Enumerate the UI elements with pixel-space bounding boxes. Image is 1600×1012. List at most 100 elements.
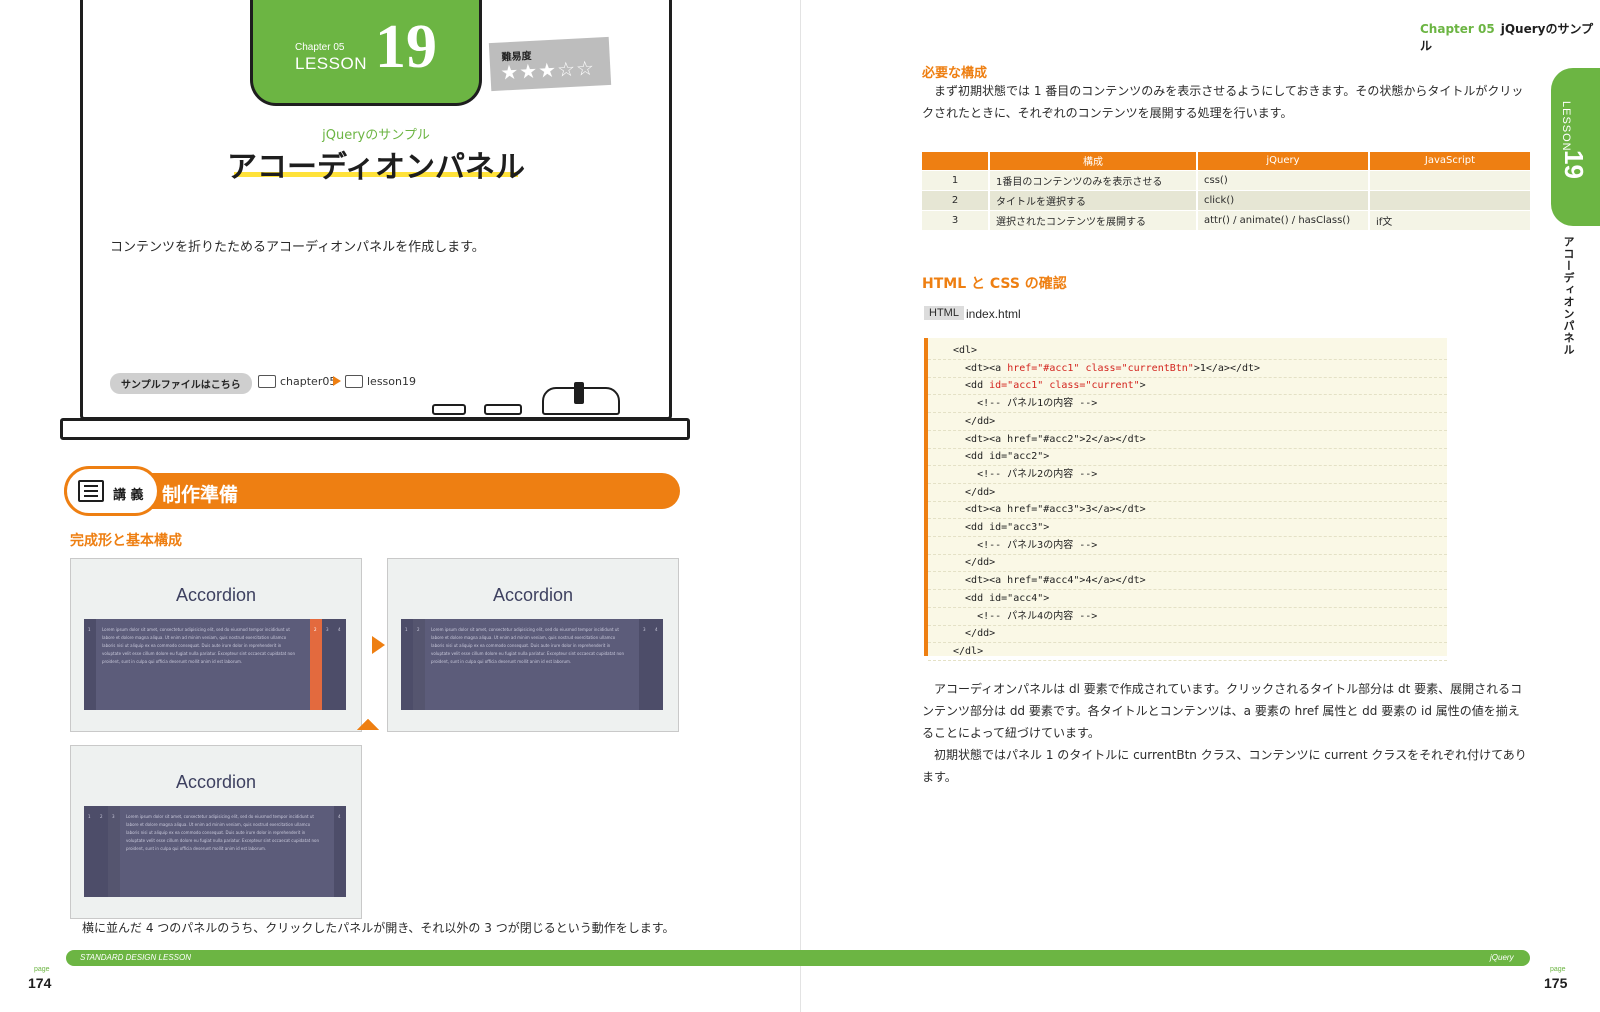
code-text: <!-- パネル4の内容 --> xyxy=(953,610,1098,622)
side-tab-title: アコーディオンパネル xyxy=(1562,236,1575,356)
table-cell: 1 xyxy=(922,169,989,190)
code-line: <dt><a href="#acc3">3</a></dt> xyxy=(953,501,1443,519)
code-line: <dl> xyxy=(953,342,1443,360)
table-row: 2 タイトルを選択する click() xyxy=(922,189,1530,210)
intro-text: コンテンツを折りたためるアコーディオンパネルを作成します。 xyxy=(110,240,485,255)
code-line: <!-- パネル1の内容 --> xyxy=(953,395,1443,413)
folder-name-1[interactable]: chapter05 xyxy=(280,375,336,388)
table-cell: 選択されたコンテンツを展開する xyxy=(988,209,1197,230)
panel-number: 3 xyxy=(326,627,329,632)
table-header: 構成 xyxy=(988,152,1197,170)
table-cell: css() xyxy=(1196,169,1369,190)
code-line: <dd id="acc2"> xyxy=(953,448,1443,466)
code-line: </dd> xyxy=(953,625,1443,643)
section-badge-label: 講 義 xyxy=(113,488,144,503)
side-tab xyxy=(1551,68,1600,226)
table-cell xyxy=(1368,189,1530,210)
code-language-tag: HTML xyxy=(924,306,964,320)
panel-number: 4 xyxy=(338,627,341,632)
accordion-heading: Accordion xyxy=(492,585,574,605)
code-line: </dd> xyxy=(953,554,1443,572)
table-header-row: 構成 jQuery JavaScript xyxy=(922,152,1530,170)
table-cell: 1番目のコンテンツのみを表示させる xyxy=(988,169,1197,190)
panel-content-text: Lorem ipsum dolor sit amet, consectetur … xyxy=(431,627,625,664)
explanation-paragraph-1: アコーディオンパネルは dl 要素で作成されています。クリックされるタイトル部分… xyxy=(922,682,1523,740)
table-header: JavaScript xyxy=(1368,152,1530,170)
code-text: <dd id="acc3"> xyxy=(953,522,1050,533)
code-text: </dd> xyxy=(953,415,996,427)
code-line: <dt><a href="#acc2">2</a></dt> xyxy=(953,431,1443,449)
table-cell: if文 xyxy=(1368,209,1530,230)
lesson-number: 19 xyxy=(375,13,437,81)
chalk-piece xyxy=(484,404,522,415)
code-line: <!-- パネル4の内容 --> xyxy=(953,608,1443,626)
footer-bar xyxy=(66,950,1530,966)
folder-name-2[interactable]: lesson19 xyxy=(367,375,416,388)
folder-icon xyxy=(345,375,363,388)
table-row: 3 選択されたコンテンツを展開する attr() / animate() / h… xyxy=(922,209,1530,230)
running-head-chapter: Chapter 05 xyxy=(1420,22,1495,36)
figure-caption: 横に並んだ 4 つのパネルのうち、クリックしたパネルが開き、それ以外の 3 つが… xyxy=(82,921,675,935)
side-tab-number: 19 xyxy=(1559,150,1589,179)
panel-number: 2 xyxy=(100,814,103,819)
panel-number: 3 xyxy=(112,814,115,819)
table-cell: click() xyxy=(1196,189,1369,210)
code-text: </dd> xyxy=(953,557,996,569)
code-text: </dd> xyxy=(953,628,996,640)
code-line: </dd> xyxy=(953,413,1443,431)
code-text: > xyxy=(1139,380,1146,392)
lecture-icon xyxy=(78,480,104,502)
code-text: >1</a></dt> xyxy=(1193,362,1261,374)
difficulty-badge: 難易度 ★★★☆☆ xyxy=(488,36,612,92)
arrow-right-icon xyxy=(372,636,385,654)
structure-table: 構成 jQuery JavaScript 1 1番目のコンテンツのみを表示させる… xyxy=(922,152,1530,230)
code-text: <dt><a href="#acc4">4</a></dt> xyxy=(953,575,1146,587)
panel-number: 4 xyxy=(655,627,658,632)
page-label-left: page xyxy=(34,966,50,973)
explanation-paragraph-2: 初期状態ではパネル 1 のタイトルに currentBtn クラス、コンテンツに… xyxy=(922,748,1527,784)
table-cell: attr() / animate() / hasClass() xyxy=(1196,209,1369,230)
code-file-name: index.html xyxy=(966,307,1021,321)
running-head: Chapter 05 jQueryのサンプル xyxy=(1420,20,1600,54)
code-line: </dl> xyxy=(953,643,1443,661)
chalk-piece xyxy=(432,404,466,415)
table-cell: 3 xyxy=(922,209,989,230)
lesson-chapter: Chapter 05 xyxy=(295,42,345,53)
code-text: <dd id="acc2"> xyxy=(953,451,1050,463)
table-header xyxy=(922,152,989,170)
structure-body: まず初期状態では 1 番目のコンテンツのみを表示させるようにしておきます。その状… xyxy=(922,84,1524,120)
table-cell: タイトルを選択する xyxy=(988,189,1197,210)
code-text: <dt><a href="#acc2">2</a></dt> xyxy=(953,433,1146,445)
accordion-panel: 1 2 3 Lorem ipsum dolor sit amet, consec… xyxy=(84,806,346,897)
footer-book-title: STANDARD DESIGN LESSON xyxy=(80,953,191,962)
code-text: <dl> xyxy=(953,345,978,356)
section-heading-html-css: HTML と CSS の確認 xyxy=(922,276,1067,292)
page-number-left: 174 xyxy=(28,975,52,991)
code-text: </dd> xyxy=(953,486,996,498)
difficulty-stars-icon: ★★★☆☆ xyxy=(499,55,596,85)
section-heading-structure: 必要な構成 xyxy=(922,66,988,81)
panel-content-text: Lorem ipsum dolor sit amet, consectetur … xyxy=(102,627,296,664)
panel-number: 2 xyxy=(314,627,317,632)
spread-divider xyxy=(800,0,801,1012)
code-block: <dl> <dt><a href="#acc1" class="currentB… xyxy=(924,338,1447,661)
code-line: </dd> xyxy=(953,484,1443,502)
folder-icon xyxy=(258,375,276,388)
code-text: <!-- パネル2の内容 --> xyxy=(953,468,1098,480)
code-text: <dt><a href="#acc3">3</a></dt> xyxy=(953,504,1146,516)
code-line: <dd id="acc4"> xyxy=(953,590,1443,608)
code-text: </dl> xyxy=(953,645,984,657)
accordion-heading: Accordion xyxy=(175,585,257,605)
table-cell xyxy=(1368,169,1530,190)
panel-content-text: Lorem ipsum dolor sit amet, consectetur … xyxy=(126,814,320,851)
lesson-title: アコーディオンパネル xyxy=(227,150,525,185)
code-text: <dt><a xyxy=(953,362,1008,374)
eraser-band xyxy=(574,382,584,404)
subsection-heading: 完成形と基本構成 xyxy=(70,533,182,549)
accordion-heading: Accordion xyxy=(175,772,257,792)
code-line: <dd id="acc1" class="current"> xyxy=(953,377,1443,395)
table-header: jQuery xyxy=(1196,152,1369,170)
page-label-right: page xyxy=(1550,966,1566,973)
accordion-screenshot-1: Accordion 1 Lorem ipsum dolor sit amet, … xyxy=(70,558,362,732)
code-attribute: href="#acc1" class="currentBtn" xyxy=(1007,362,1194,374)
